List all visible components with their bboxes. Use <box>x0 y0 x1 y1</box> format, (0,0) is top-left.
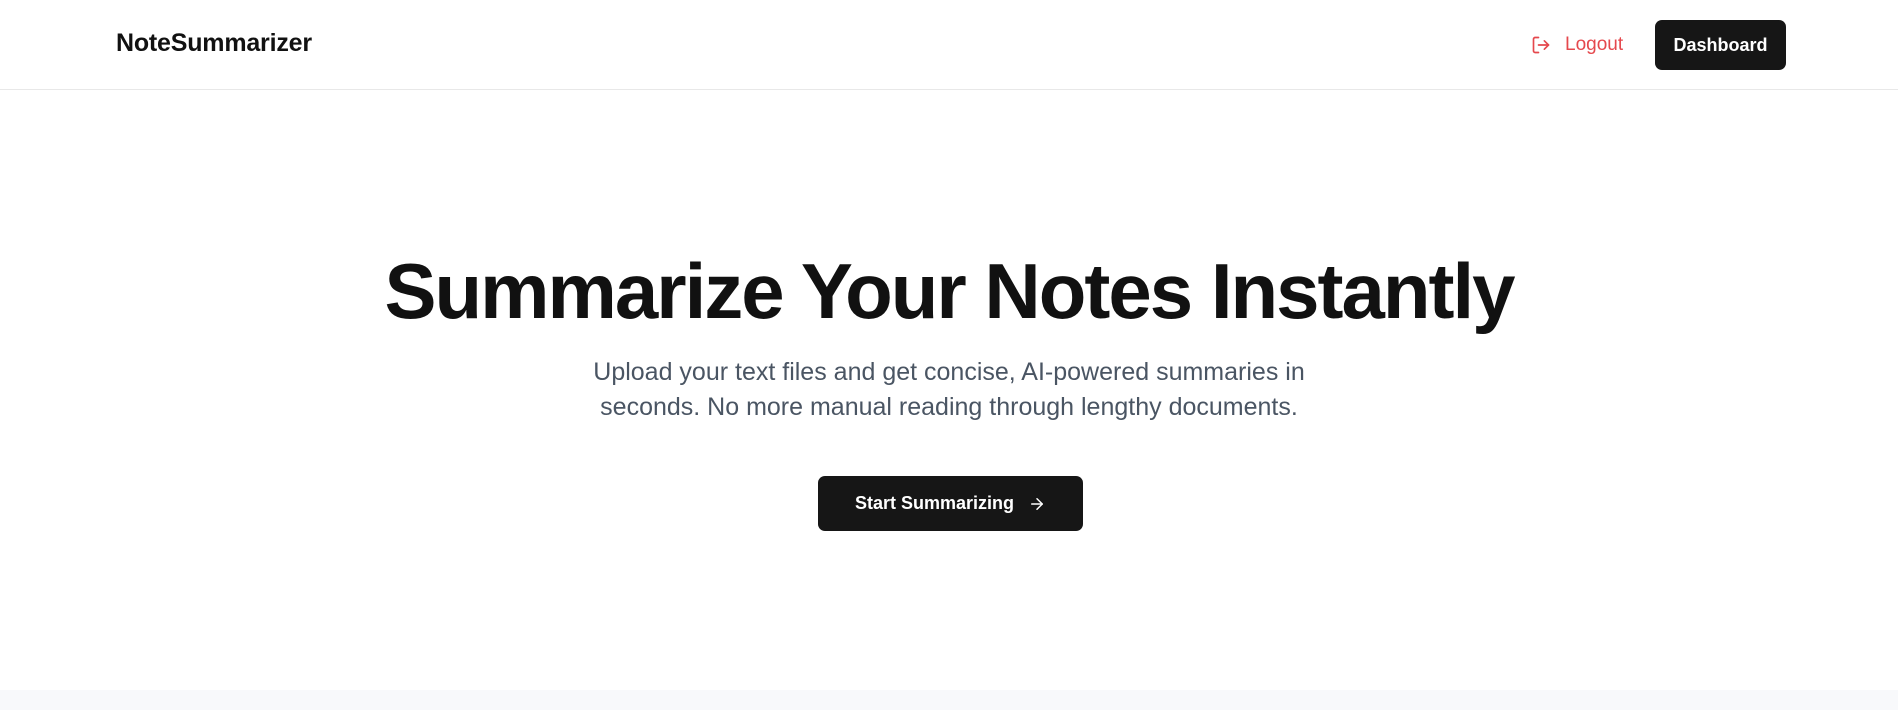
start-summarizing-button[interactable]: Start Summarizing <box>818 476 1083 531</box>
dashboard-button[interactable]: Dashboard <box>1655 20 1786 70</box>
logout-button[interactable]: Logout <box>1531 31 1623 59</box>
cta-label: Start Summarizing <box>854 493 1015 513</box>
top-nav: NoteSummarizer Logout Dashboard <box>0 0 1898 90</box>
logout-icon <box>1531 35 1551 55</box>
next-section-edge <box>0 690 1898 710</box>
arrow-right-icon <box>1028 495 1046 513</box>
hero-title: Summarize Your Notes Instantly <box>384 247 1515 335</box>
brand-logo[interactable]: NoteSummarizer <box>116 29 312 58</box>
logout-label: Logout <box>1565 34 1624 55</box>
hero-subtitle: Upload your text files and get concise, … <box>593 358 1305 421</box>
